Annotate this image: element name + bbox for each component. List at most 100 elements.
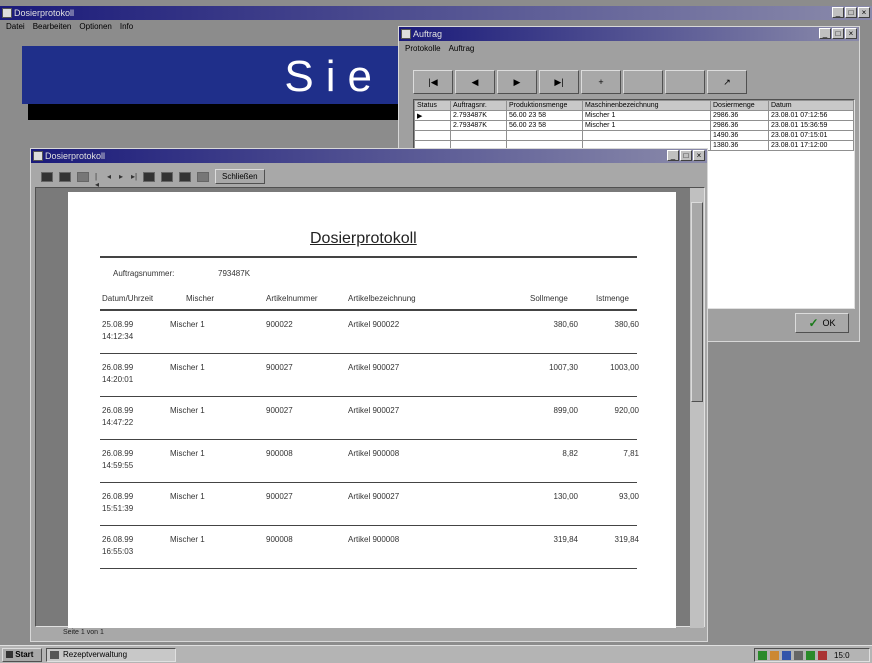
row-divider [100,439,637,440]
ok-button[interactable]: ✓ OK [795,313,849,333]
report-cell-date: 26.08.99 [102,406,134,415]
report-cell-article: 900022 [266,320,293,329]
grid-window-icon [401,29,411,39]
col-date[interactable]: Datum [768,100,854,111]
menu-edit[interactable]: Bearbeiten [33,20,72,34]
nav-prev-button[interactable]: ◀ [455,70,495,94]
col-machine[interactable]: Maschinenbezeichnung [582,100,711,111]
zoom-page-icon[interactable] [59,171,71,182]
grid-cell: Mischer 1 [582,120,711,131]
brand-logo-text: Sie [284,52,384,101]
open-icon[interactable] [197,171,209,182]
grid-close-button[interactable]: × [845,28,857,39]
first-page-icon[interactable]: |◂ [95,172,101,188]
main-window-title: Dosierprotokoll [14,8,75,18]
order-label: Auftragsnummer: [113,269,175,278]
task-icon [50,651,59,659]
report-maximize-button[interactable]: □ [680,150,692,161]
report-status-bar: Seite 1 von 1 [63,629,104,636]
report-close-button[interactable]: × [693,150,705,161]
report-cell-ist: 1003,00 [610,363,639,372]
tray-icon[interactable] [794,650,803,660]
col-order[interactable]: Auftragsnr. [450,100,507,111]
vertical-scrollbar[interactable] [690,188,704,628]
report-cell-soll: 8,82 [562,449,578,458]
print-setup-icon[interactable] [143,171,155,182]
report-cell-date: 26.08.99 [102,449,134,458]
report-cell-article: 900008 [266,535,293,544]
grid-menu-protocols[interactable]: Protokolle [405,42,441,56]
nav-first-button[interactable]: |◀ [413,70,453,94]
menu-file[interactable]: Datei [6,20,25,34]
grid-menu-order[interactable]: Auftrag [449,42,475,56]
tray-icon[interactable] [782,650,791,660]
tray-icon[interactable] [806,650,815,660]
nav-last-button[interactable]: ▶| [539,70,579,94]
grid-header-row: Status Auftragsnr. Produktionsmenge Masc… [414,100,854,111]
nav-edit-button[interactable] [665,70,705,94]
maximize-button[interactable]: □ [845,7,857,18]
table-row[interactable]: 1490.36 23.08.01 07:15:01 [414,130,854,141]
nav-delete-button[interactable] [623,70,663,94]
tray-icon[interactable] [818,650,827,660]
report-cell-soll: 319,84 [553,535,578,544]
grid-window-title: Auftrag [413,29,443,39]
report-cell-desc: Artikel 900008 [348,535,400,544]
table-row[interactable]: 2.793487K 56.00 23 58 Mischer 1 2986.36 23.0… [414,120,854,131]
report-cell-article: 900027 [266,492,293,501]
nav-add-button[interactable]: + [581,70,621,94]
menu-options[interactable]: Optionen [79,20,111,34]
report-cell-ist: 7,81 [623,449,639,458]
grid-cell: 23.08.01 07:12:56 [768,110,854,121]
grid-cell [450,130,507,141]
zoom-width-icon[interactable] [77,171,89,182]
print-icon[interactable] [161,171,173,182]
next-page-icon[interactable]: ▸ [119,172,125,181]
minimize-button[interactable]: _ [832,7,844,18]
report-cell-time: 14:12:34 [102,332,134,341]
tray-icon[interactable] [770,650,779,660]
zoom-fit-icon[interactable] [41,171,53,182]
save-icon[interactable] [179,171,191,182]
report-cell-time: 14:47:22 [102,418,134,427]
nav-toolbar: |◀ ◀ ▶ ▶| + ↗ [413,70,747,94]
taskbar-task[interactable]: Rezeptverwaltung [46,648,176,662]
start-button[interactable]: Start [2,648,42,662]
report-cell-soll: 899,00 [553,406,578,415]
nav-refresh-button[interactable]: ↗ [707,70,747,94]
report-minimize-button[interactable]: _ [667,150,679,161]
grid-minimize-button[interactable]: _ [819,28,831,39]
report-cell-date: 26.08.99 [102,363,134,372]
report-cell-soll: 380,60 [553,320,578,329]
row-divider [100,353,637,354]
close-report-button[interactable]: Schließen [215,169,265,184]
grid-cell: 56.00 23 58 [506,110,583,121]
menu-info[interactable]: Info [120,20,133,34]
header-soll: Sollmenge [530,294,568,303]
table-row[interactable]: ▶ 2.793487K 56.00 23 58 Mischer 1 2986.36 23.… [414,110,854,121]
prev-page-icon[interactable]: ◂ [107,172,113,181]
report-cell-desc: Artikel 900027 [348,363,400,372]
header-date: Datum/Uhrzeit [102,294,154,303]
report-cell-article: 900027 [266,406,293,415]
nav-next-button[interactable]: ▶ [497,70,537,94]
report-cell-soll: 1007,30 [549,363,578,372]
grid-maximize-button[interactable]: □ [832,28,844,39]
scroll-thumb[interactable] [691,202,703,402]
checkmark-icon: ✓ [808,316,819,330]
close-button[interactable]: × [858,7,870,18]
col-status[interactable]: Status [414,100,451,111]
system-tray: 15:0 [754,648,870,662]
col-dosing[interactable]: Dosiermenge [710,100,769,111]
grid-cell: 2986.36 [710,110,769,121]
col-production[interactable]: Produktionsmenge [506,100,583,111]
title-rule [100,256,637,258]
grid-menubar: Protokolle Auftrag [399,42,474,56]
order-value: 793487K [218,269,251,278]
row-divider [100,525,637,526]
report-cell-desc: Artikel 900027 [348,406,400,415]
tray-icon[interactable] [758,650,767,660]
grid-cell: 1380.36 [710,140,769,151]
grid-cell: 2986.36 [710,120,769,131]
last-page-icon[interactable]: ▸| [131,172,137,181]
